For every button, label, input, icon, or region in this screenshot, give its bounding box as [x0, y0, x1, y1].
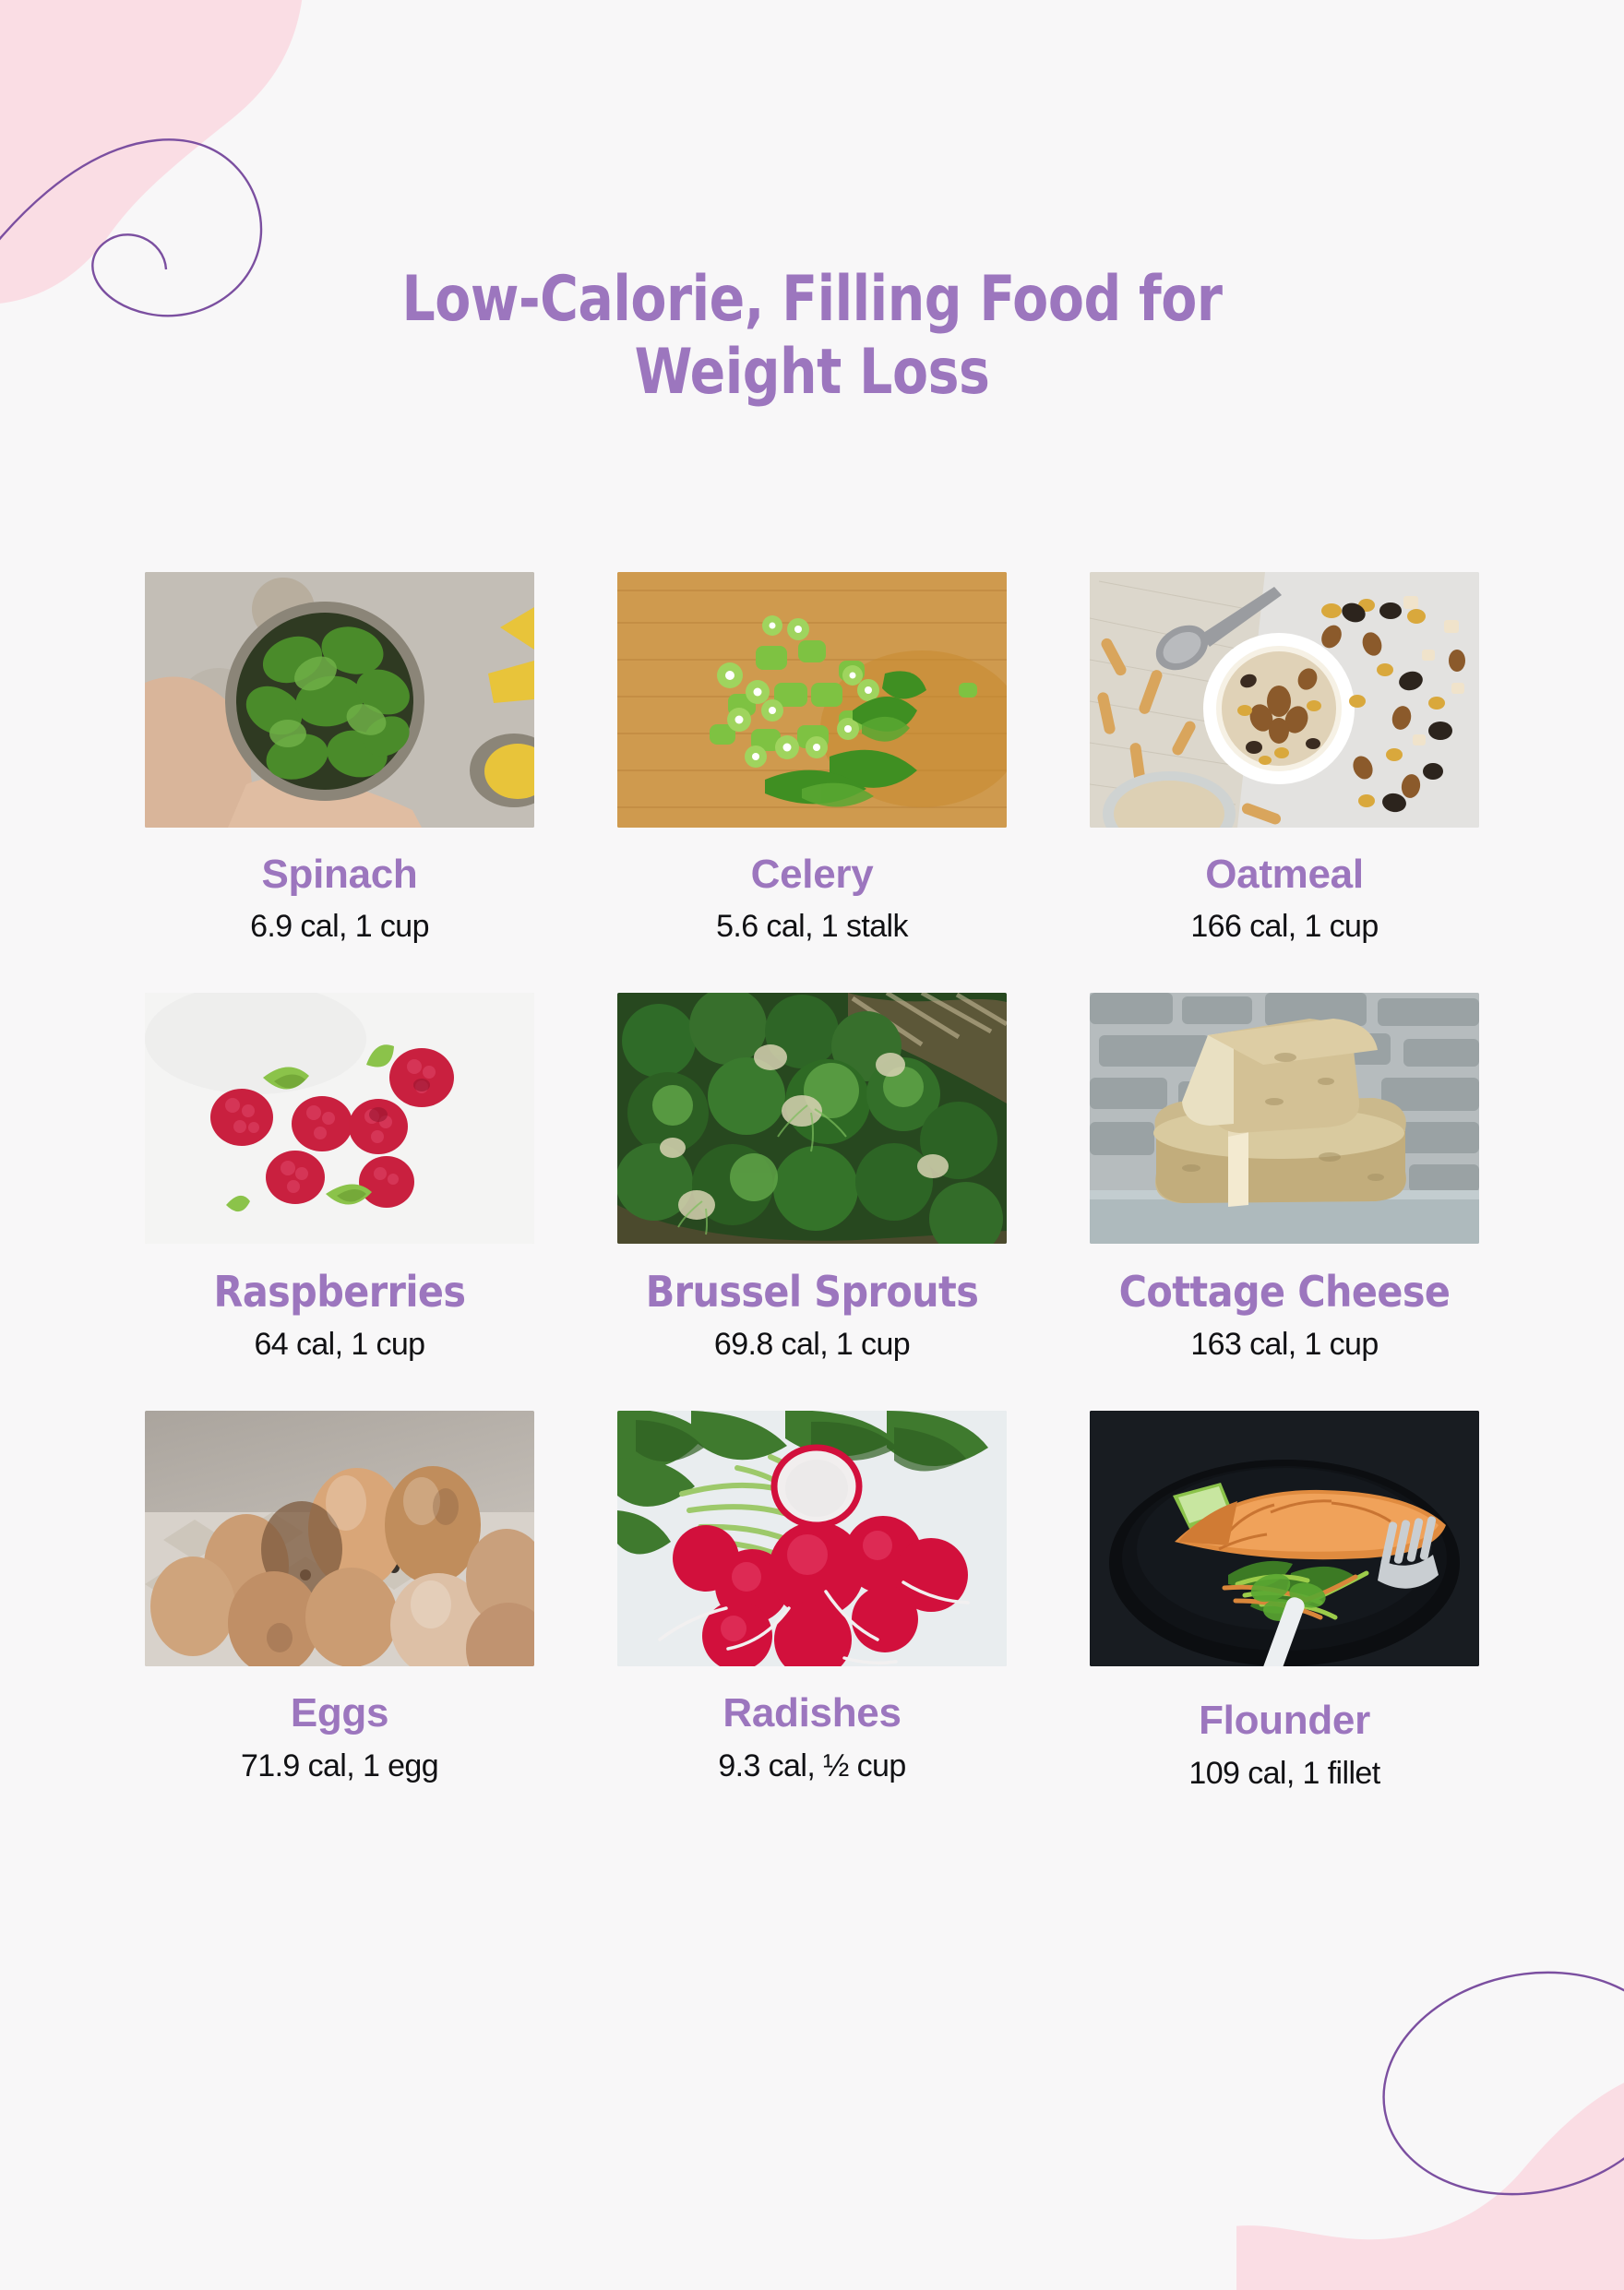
- food-name: Brussel Sprouts: [645, 1267, 979, 1318]
- food-name: Spinach: [261, 852, 418, 897]
- spinach-photo: [145, 572, 534, 828]
- flounder-photo: [1090, 1411, 1479, 1667]
- food-card-radishes: Radishes 9.3 cal, ½ cup: [592, 1411, 1032, 1783]
- oatmeal-photo: [1090, 572, 1479, 828]
- food-name: Oatmeal: [1205, 852, 1364, 897]
- food-card-eggs: Eggs 71.9 cal, 1 egg: [120, 1411, 559, 1783]
- page-title-line-1: Low-Calorie, Filling Food for: [401, 263, 1223, 336]
- food-desc: 69.8 cal, 1 cup: [713, 1327, 911, 1363]
- food-desc: 163 cal, 1 cup: [1190, 1327, 1379, 1363]
- food-desc: 6.9 cal, 1 cup: [250, 909, 429, 945]
- food-name: Radishes: [722, 1690, 902, 1736]
- decorative-blob-bottom-right: [1236, 1971, 1624, 2290]
- food-card-spinach: Spinach 6.9 cal, 1 cup: [120, 572, 559, 945]
- food-desc: 64 cal, 1 cup: [254, 1327, 426, 1363]
- food-name: Celery: [750, 852, 874, 897]
- food-desc: 5.6 cal, 1 stalk: [716, 909, 908, 945]
- food-card-oatmeal: Oatmeal 166 cal, 1 cup: [1065, 572, 1504, 945]
- food-card-celery: Celery 5.6 cal, 1 stalk: [592, 572, 1032, 945]
- food-card-brussel-sprouts: Brussel Sprouts 69.8 cal, 1 cup: [592, 993, 1032, 1363]
- brussel-sprouts-photo: [617, 993, 1007, 1245]
- food-name: Cottage Cheese: [1118, 1267, 1451, 1318]
- raspberries-photo: [145, 993, 534, 1245]
- food-desc: 166 cal, 1 cup: [1190, 909, 1379, 945]
- cottage-cheese-photo: [1090, 993, 1479, 1245]
- food-desc: 109 cal, 1 fillet: [1188, 1755, 1380, 1791]
- food-name: Raspberries: [213, 1267, 466, 1318]
- food-card-raspberries: Raspberries 64 cal, 1 cup: [120, 993, 559, 1363]
- radishes-photo: [617, 1411, 1007, 1667]
- food-card-flounder: Flounder 109 cal, 1 fillet: [1065, 1411, 1504, 1791]
- food-grid: Spinach 6.9 cal, 1 cup Celery 5.6 cal, 1…: [120, 572, 1504, 1791]
- food-desc: 9.3 cal, ½ cup: [718, 1747, 906, 1783]
- eggs-photo: [145, 1411, 534, 1667]
- page-title: Low-Calorie, Filling Food for Weight Los…: [0, 263, 1624, 410]
- food-card-cottage-cheese: Cottage Cheese 163 cal, 1 cup: [1065, 993, 1504, 1363]
- food-name: Eggs: [290, 1690, 389, 1736]
- celery-photo: [617, 572, 1007, 828]
- food-name: Flounder: [1199, 1698, 1370, 1744]
- page-title-line-2: Weight Loss: [634, 335, 990, 409]
- food-desc: 71.9 cal, 1 egg: [240, 1747, 439, 1783]
